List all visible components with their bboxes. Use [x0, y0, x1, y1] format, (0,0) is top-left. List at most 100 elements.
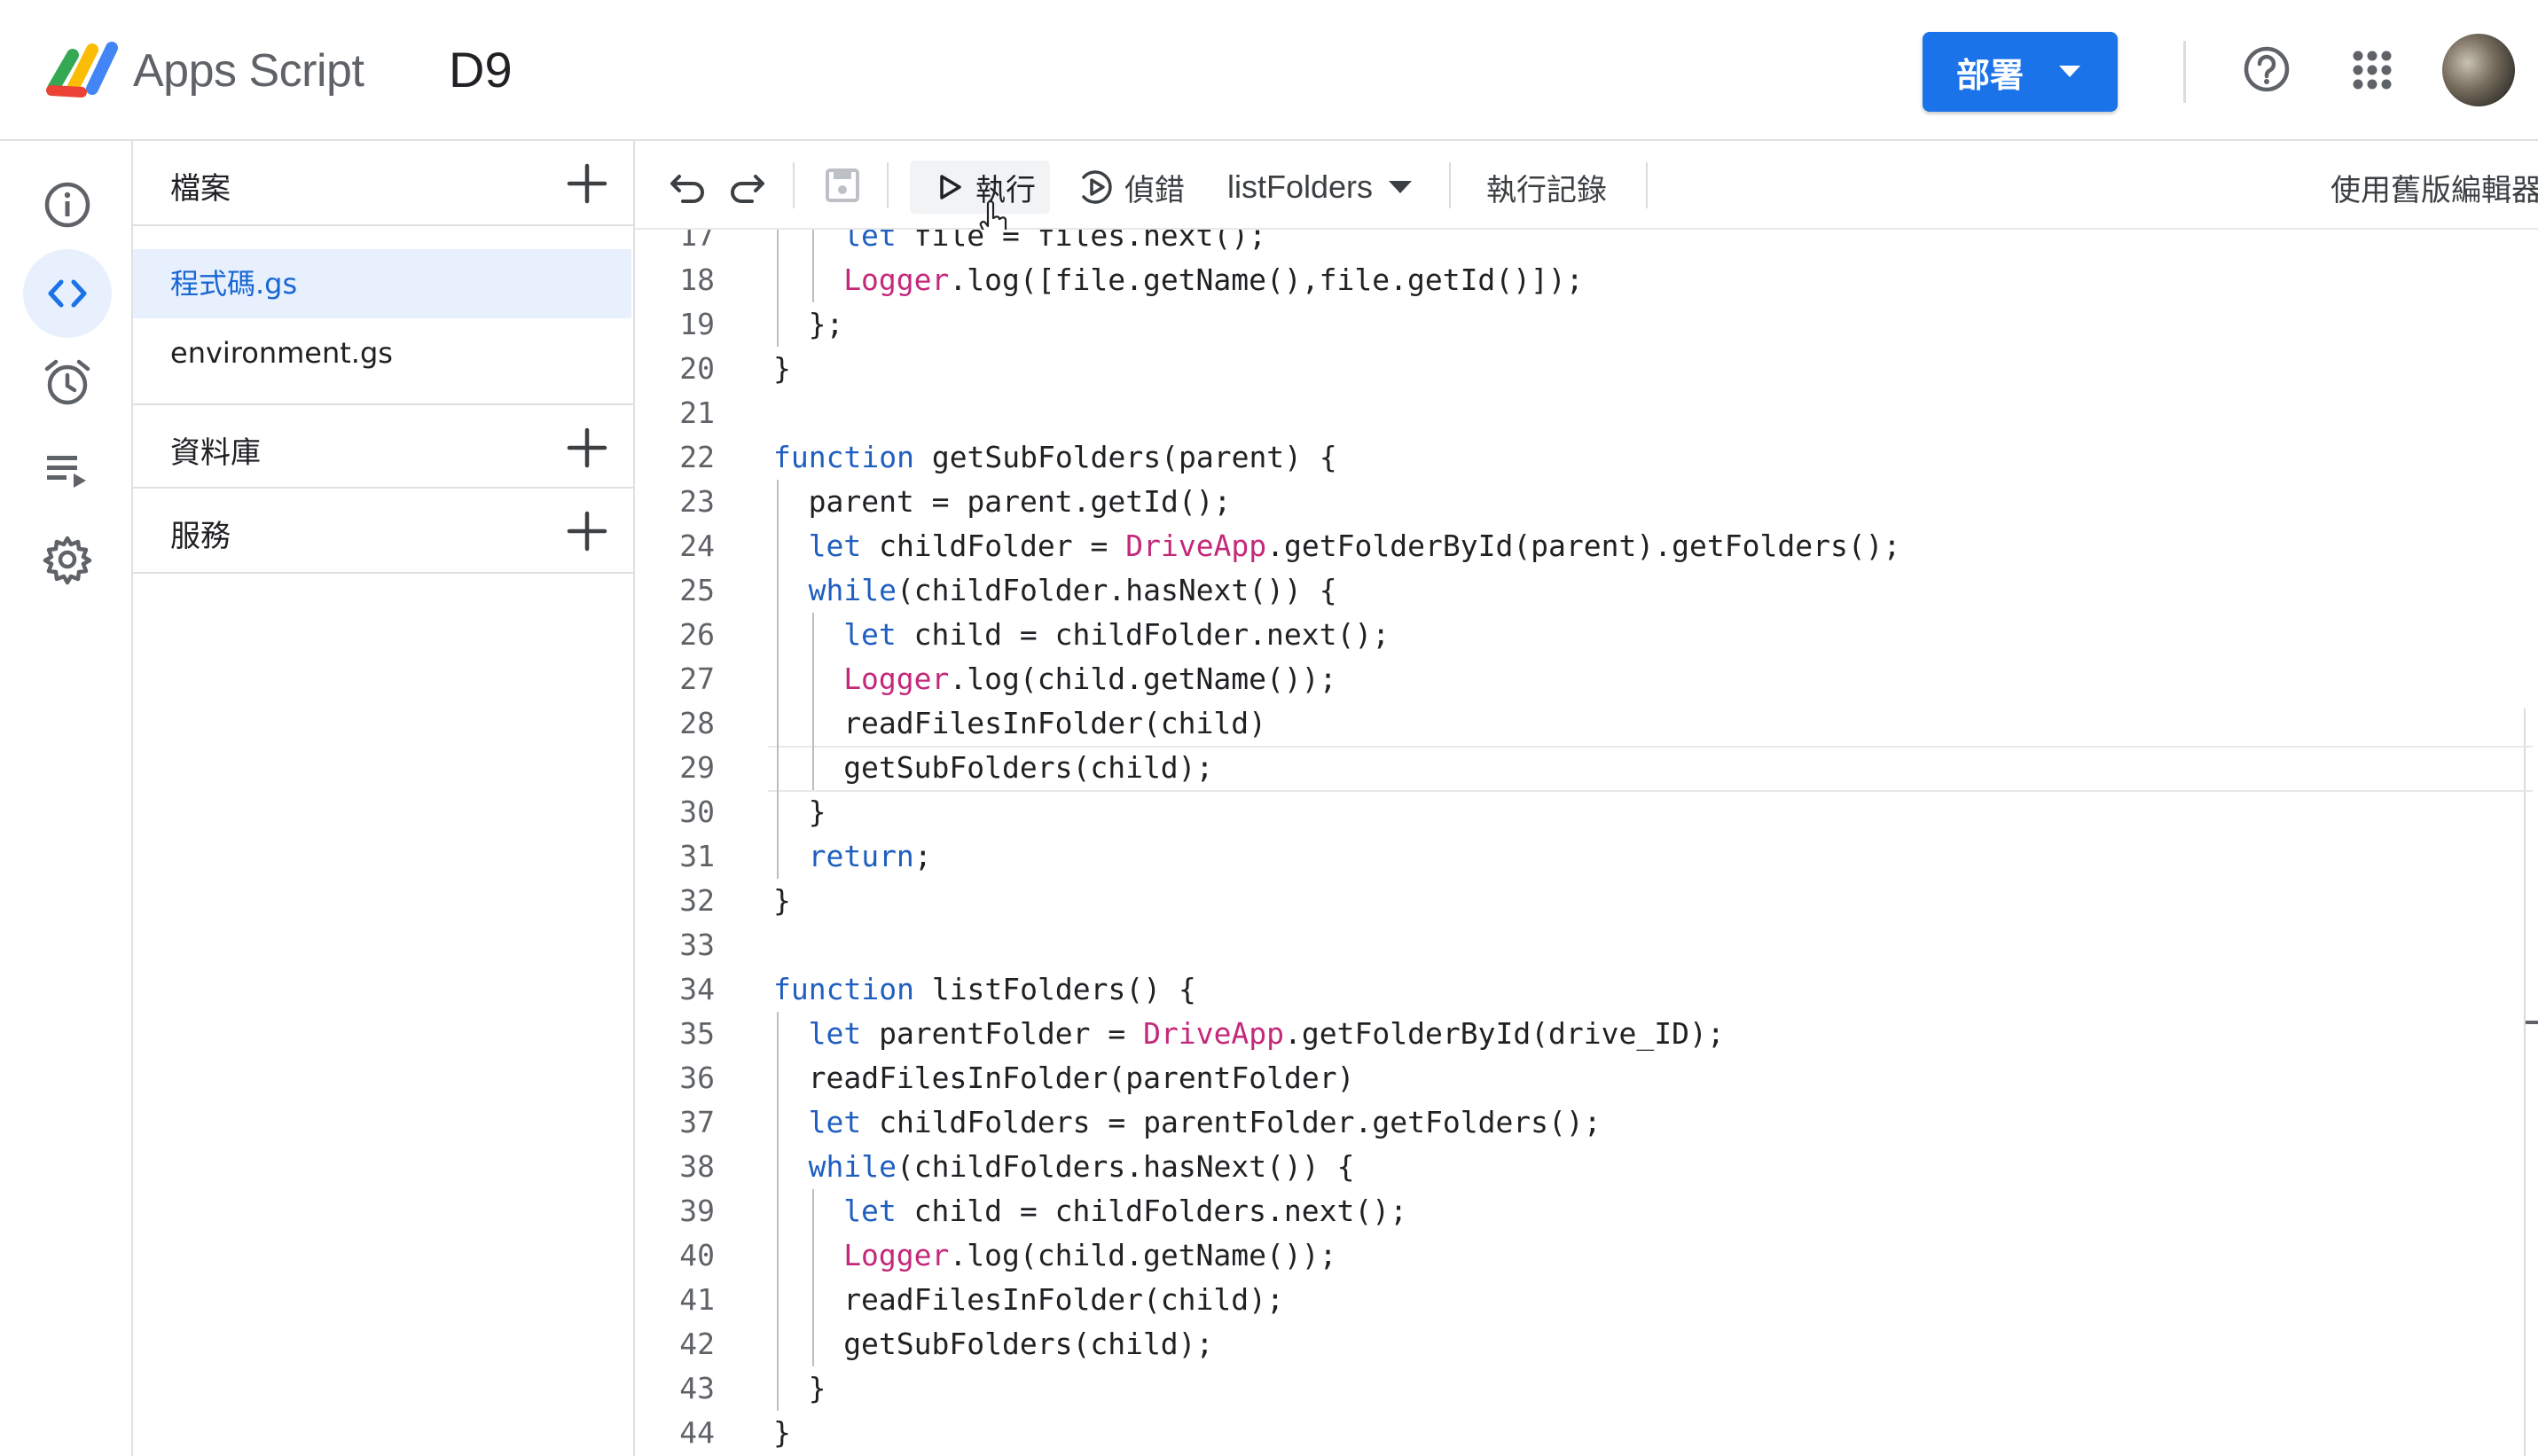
- code-token: }: [808, 795, 826, 829]
- function-select-value: listFolders: [1227, 168, 1374, 205]
- code-token: getSubFolders(child);: [843, 1327, 1214, 1361]
- line-number: 29: [679, 750, 715, 785]
- line-number: 33: [679, 928, 715, 962]
- code-line[interactable]: 17 let file = files.next();: [635, 230, 2524, 258]
- debug-button[interactable]: 偵錯: [1077, 160, 1185, 214]
- code-line[interactable]: 42 getSubFolders(child);: [635, 1322, 2524, 1366]
- help-icon[interactable]: [2242, 44, 2291, 94]
- code-token: DriveApp: [1143, 1016, 1285, 1051]
- editor-scrollbar[interactable]: [2524, 708, 2526, 1456]
- code-text: }: [773, 1411, 791, 1455]
- rail-executions-button[interactable]: [23, 427, 112, 515]
- services-section-header: 服務: [133, 489, 633, 574]
- indent-guide: [777, 1100, 779, 1145]
- code-line[interactable]: 33: [635, 923, 2524, 967]
- file-item-environment-gs[interactable]: environment.gs: [133, 318, 631, 387]
- code-line[interactable]: 26 let child = childFolder.next();: [635, 613, 2524, 657]
- indent-guide: [811, 258, 814, 302]
- code-line[interactable]: 41 readFilesInFolder(child);: [635, 1278, 2524, 1322]
- rail-settings-button[interactable]: [23, 515, 112, 604]
- execution-log-button[interactable]: 執行記錄: [1486, 160, 1607, 214]
- code-text: Logger.log(child.getName());: [843, 657, 1336, 701]
- code-line[interactable]: 27 Logger.log(child.getName());: [635, 657, 2524, 701]
- code-line[interactable]: 24 let childFolder = DriveApp.getFolderBy…: [635, 524, 2524, 568]
- undo-icon[interactable]: [667, 164, 709, 207]
- indent-guide: [777, 302, 779, 347]
- indent-guide: [777, 1322, 779, 1366]
- code-text: };: [809, 302, 844, 347]
- code-line[interactable]: 44}: [635, 1411, 2524, 1455]
- line-number: 17: [679, 230, 715, 253]
- code-line[interactable]: 37 let childFolders = parentFolder.getFol…: [635, 1100, 2524, 1145]
- toolbar-divider: [1646, 162, 1648, 208]
- app-header: Apps Script D9 部署: [0, 0, 2538, 141]
- user-avatar[interactable]: [2442, 34, 2515, 106]
- code-token: .getFolderById(parent).getFolders();: [1266, 528, 1901, 563]
- code-line[interactable]: 39 let child = childFolders.next();: [635, 1189, 2524, 1233]
- function-select[interactable]: listFolders: [1227, 160, 1413, 214]
- code-line[interactable]: 43}: [635, 1366, 2524, 1411]
- redo-icon[interactable]: [725, 164, 768, 207]
- add-file-plus-icon[interactable]: [564, 160, 610, 207]
- indent-guide: [811, 1322, 814, 1366]
- indent-guide: [777, 657, 779, 701]
- code-line[interactable]: 40 Logger.log(child.getName());: [635, 1233, 2524, 1278]
- code-editor[interactable]: 17 let file = files.next(); 18 Logger.log([…: [635, 230, 2538, 1456]
- code-line[interactable]: 30}: [635, 790, 2524, 834]
- code-line[interactable]: 38 while(childFolders.hasNext()) {: [635, 1145, 2524, 1189]
- code-line[interactable]: 22 function getSubFolders(parent) {: [635, 435, 2524, 480]
- code-token: getSubFolders(child);: [843, 750, 1214, 785]
- save-icon[interactable]: [821, 164, 864, 207]
- code-line[interactable]: 32}: [635, 879, 2524, 923]
- code-token: while: [808, 1149, 897, 1184]
- add-service-plus-icon[interactable]: [564, 508, 610, 554]
- code-text: Logger.log(child.getName());: [843, 1233, 1336, 1278]
- use-legacy-editor-button[interactable]: 使用舊版編輯器: [2330, 160, 2538, 214]
- code-token: };: [808, 307, 844, 341]
- indent-guide: [811, 746, 814, 790]
- code-line[interactable]: 19};: [635, 302, 2524, 347]
- code-token: }: [773, 351, 791, 386]
- code-line[interactable]: 21: [635, 391, 2524, 435]
- use-legacy-editor-label: 使用舊版編輯器: [2330, 172, 2538, 208]
- scrollbar-position-marker: [2526, 1021, 2538, 1024]
- code-token: let: [843, 617, 897, 652]
- indent-guide: [811, 657, 814, 701]
- rail-overview-button[interactable]: [23, 160, 112, 249]
- code-token: function: [773, 972, 914, 1006]
- line-number: 39: [679, 1194, 715, 1228]
- code-line[interactable]: 18 Logger.log([file.getName(),file.getId(…: [635, 258, 2524, 302]
- info-icon: [44, 182, 90, 228]
- line-number: 30: [679, 795, 715, 829]
- code-line[interactable]: 35 let parentFolder = DriveApp.getFolderB…: [635, 1012, 2524, 1056]
- files-section-title: 檔案: [170, 171, 231, 207]
- rail-editor-button[interactable]: [23, 249, 112, 338]
- apps-script-logo-icon[interactable]: [46, 37, 124, 101]
- code-line[interactable]: 34 function listFolders() {: [635, 967, 2524, 1012]
- code-text: let childFolders = parentFolder.getFolde…: [809, 1100, 1602, 1145]
- deploy-button-label: 部署: [1956, 55, 2025, 95]
- code-line[interactable]: 31 return;: [635, 834, 2524, 879]
- code-line[interactable]: 23 parent = parent.getId();: [635, 480, 2524, 524]
- code-token: listFolders() {: [913, 972, 1196, 1006]
- code-line[interactable]: 25 while(childFolder.hasNext()) {: [635, 568, 2524, 613]
- code-line[interactable]: 28 readFilesInFolder(child): [635, 701, 2524, 746]
- add-library-plus-icon[interactable]: [564, 425, 610, 471]
- code-line[interactable]: 29 getSubFolders(child);: [635, 746, 2524, 790]
- deploy-button[interactable]: 部署: [1923, 32, 2118, 112]
- code-token: child = childFolders.next();: [896, 1194, 1407, 1228]
- executions-list-icon: [47, 456, 86, 488]
- google-apps-grid-icon[interactable]: [2352, 50, 2393, 90]
- line-number: 23: [679, 484, 715, 519]
- code-token: readFilesInFolder(child);: [843, 1282, 1284, 1317]
- editor-toolbar: 執行 偵錯 listFolders 執行記錄 使用舊版編輯器: [635, 141, 2538, 230]
- project-name[interactable]: D9: [449, 41, 513, 98]
- file-item-code-gs[interactable]: 程式碼.gs: [133, 249, 631, 318]
- toolbar-divider: [1449, 162, 1451, 208]
- libraries-section-header: 資料庫: [133, 403, 633, 489]
- rail-triggers-button[interactable]: [23, 338, 112, 427]
- line-number: 38: [679, 1149, 715, 1184]
- code-line[interactable]: 36 readFilesInFolder(parentFolder): [635, 1056, 2524, 1100]
- code-line[interactable]: 20}: [635, 347, 2524, 391]
- indent-guide: [777, 524, 779, 568]
